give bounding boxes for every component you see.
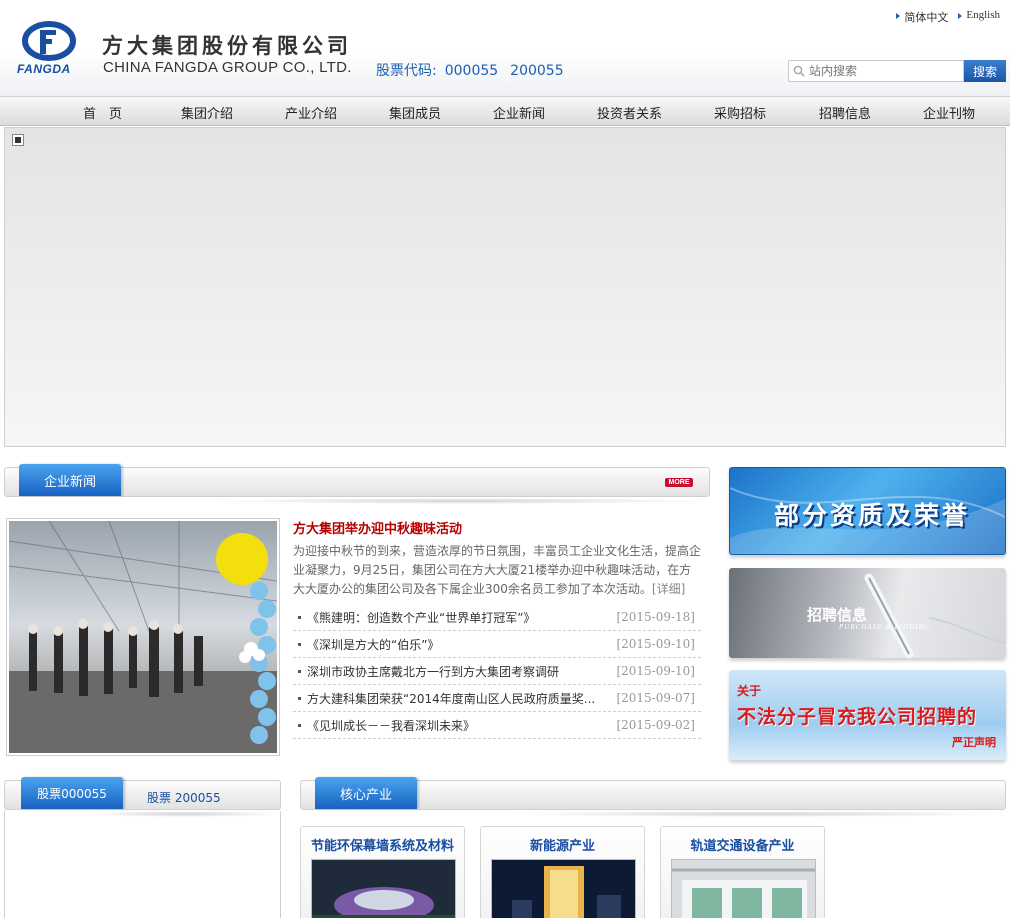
honors-banner-text: 部分资质及荣誉 bbox=[774, 501, 971, 530]
news-photo[interactable] bbox=[6, 518, 280, 756]
industry-card-label: 轨道交通设备产业 bbox=[690, 839, 795, 854]
search-button[interactable]: 搜索 bbox=[964, 60, 1006, 82]
lang-english-link[interactable]: English bbox=[958, 9, 1000, 25]
nav-item-investors[interactable]: 投资者关系 bbox=[597, 103, 662, 122]
search-field bbox=[788, 60, 964, 82]
news-summary: 为迎接中秋节的到来，营造浓厚的节日氛围，丰富员工企业文化生活，提高企业凝聚力，9… bbox=[293, 542, 701, 599]
honors-banner[interactable]: 部分资质及荣誉 bbox=[729, 467, 1006, 555]
search-input[interactable] bbox=[809, 62, 959, 80]
industry-section-header: 核心产业 bbox=[300, 777, 1006, 817]
industry-card-image bbox=[671, 859, 816, 918]
news-item-title: 《见圳成长－－我看深圳未来》 bbox=[307, 718, 476, 733]
site-header: FANGDA 方大集团股份有限公司 CHINA FANGDA GROUP CO.… bbox=[0, 0, 1010, 96]
industry-card-curtain-wall[interactable]: 节能环保幕墙系统及材料 bbox=[300, 826, 465, 918]
nav-item-members[interactable]: 集团成员 bbox=[389, 103, 441, 122]
industry-card-image bbox=[311, 859, 456, 918]
nav-item-industry[interactable]: 产业介绍 bbox=[285, 103, 337, 122]
news-item-date: [2015-09-10] bbox=[616, 664, 695, 678]
news-list-item[interactable]: 《深圳是方大的“伯乐”》 [2015-09-10] bbox=[293, 631, 701, 658]
company-name-en: CHINA FANGDA GROUP CO., LTD. bbox=[103, 59, 352, 76]
tab-stock-a[interactable]: 股票000055 bbox=[21, 777, 123, 809]
news-more-button[interactable]: MORE bbox=[665, 478, 693, 487]
news-item-title: 方大建科集团荣获“2014年度南山区人民政府质量奖... bbox=[307, 691, 596, 706]
hero-banner[interactable] bbox=[4, 127, 1006, 447]
tab-news[interactable]: 企业新闻 bbox=[19, 464, 121, 496]
news-section-header: 企业新闻 MORE bbox=[4, 464, 710, 504]
industry-card-rail-transit[interactable]: 轨道交通设备产业 bbox=[660, 826, 825, 918]
search-icon bbox=[789, 61, 809, 81]
recruitment-banner-subtitle: PURCHASE & BIDDING bbox=[839, 623, 931, 631]
news-summary-text: 为迎接中秋节的到来，营造浓厚的节日氛围，丰富员工企业文化生活，提高企业凝聚力，9… bbox=[293, 544, 702, 596]
nav-item-home[interactable]: 首 页 bbox=[83, 103, 122, 122]
industry-card-new-energy[interactable]: 新能源产业 bbox=[480, 826, 645, 918]
bullet-icon bbox=[298, 615, 301, 619]
news-headline[interactable]: 方大集团举办迎中秋趣味活动 bbox=[293, 518, 462, 537]
bullet-icon bbox=[298, 696, 301, 700]
news-list-item[interactable]: 《见圳成长－－我看深圳未来》 [2015-09-02] bbox=[293, 712, 701, 739]
news-photo-image bbox=[9, 521, 277, 753]
stock-code-b: 200055 bbox=[510, 63, 564, 79]
nav-item-procurement[interactable]: 采购招标 bbox=[714, 103, 766, 122]
nav-item-news[interactable]: 企业新闻 bbox=[493, 103, 545, 122]
tab-stock-b[interactable]: 股票 200055 bbox=[147, 789, 221, 806]
news-item-title: 深圳市政协主席戴北方一行到方大集团考察调研 bbox=[307, 664, 560, 679]
stock-code-label: 股票代码: bbox=[376, 63, 437, 79]
news-item-date: [2015-09-18] bbox=[616, 610, 695, 624]
lang-chinese-link[interactable]: 简体中文 bbox=[896, 9, 948, 25]
news-item-date: [2015-09-10] bbox=[616, 637, 695, 651]
tab-core-industry[interactable]: 核心产业 bbox=[315, 777, 417, 809]
news-item-date: [2015-09-02] bbox=[616, 718, 695, 732]
language-switcher: 简体中文 English bbox=[896, 9, 1000, 25]
main-nav: 首 页 集团介绍 产业介绍 集团成员 企业新闻 投资者关系 采购招标 招聘信息 … bbox=[0, 96, 1010, 126]
recruitment-banner[interactable]: 招聘信息 PURCHASE & BIDDING bbox=[729, 568, 1006, 658]
news-item-date: [2015-09-07] bbox=[616, 691, 695, 705]
industry-card-label: 新能源产业 bbox=[529, 839, 595, 854]
stock-code: 股票代码: 000055 200055 bbox=[376, 60, 564, 80]
industry-card-image bbox=[491, 859, 636, 918]
industry-card-label: 节能环保幕墙系统及材料 bbox=[310, 839, 454, 854]
banner-control-icon[interactable] bbox=[13, 135, 23, 145]
recruitment-banner-title: 招聘信息 bbox=[807, 606, 868, 624]
bullet-icon bbox=[298, 669, 301, 673]
stock-code-a: 000055 bbox=[444, 63, 499, 79]
logo-wordmark: FANGDA bbox=[17, 62, 71, 76]
nav-item-recruitment[interactable]: 招聘信息 bbox=[819, 103, 871, 122]
news-item-title: 《深圳是方大的“伯乐”》 bbox=[307, 637, 440, 652]
news-list-item[interactable]: 《熊建明：创造数个产业“世界单打冠军”》 [2015-09-18] bbox=[293, 604, 701, 631]
notice-banner[interactable]: 关于 不法分子冒充我公司招聘的 严正声明 bbox=[729, 670, 1006, 760]
pen-graphic-icon bbox=[864, 573, 1006, 658]
news-list: 《熊建明：创造数个产业“世界单打冠军”》 [2015-09-18] 《深圳是方大的… bbox=[293, 604, 701, 739]
nav-item-group-intro[interactable]: 集团介绍 bbox=[181, 103, 233, 122]
news-detail-link[interactable]: [详细] bbox=[652, 582, 685, 596]
bullet-icon bbox=[298, 642, 301, 646]
notice-banner-title: 不法分子冒充我公司招聘的 bbox=[737, 706, 978, 728]
bullet-icon bbox=[298, 723, 301, 727]
stock-section-header: 股票000055 股票 200055 bbox=[4, 777, 281, 817]
notice-banner-prefix: 关于 bbox=[737, 684, 762, 698]
news-list-item[interactable]: 深圳市政协主席戴北方一行到方大集团考察调研 [2015-09-10] bbox=[293, 658, 701, 685]
news-item-title: 《熊建明：创造数个产业“世界单打冠军”》 bbox=[307, 610, 536, 625]
notice-banner-suffix: 严正声明 bbox=[952, 736, 996, 749]
company-name-cn: 方大集团股份有限公司 bbox=[102, 33, 352, 58]
news-list-item[interactable]: 方大建科集团荣获“2014年度南山区人民政府质量奖... [2015-09-07] bbox=[293, 685, 701, 712]
stock-panel bbox=[4, 811, 281, 918]
nav-item-publications[interactable]: 企业刊物 bbox=[923, 103, 975, 122]
